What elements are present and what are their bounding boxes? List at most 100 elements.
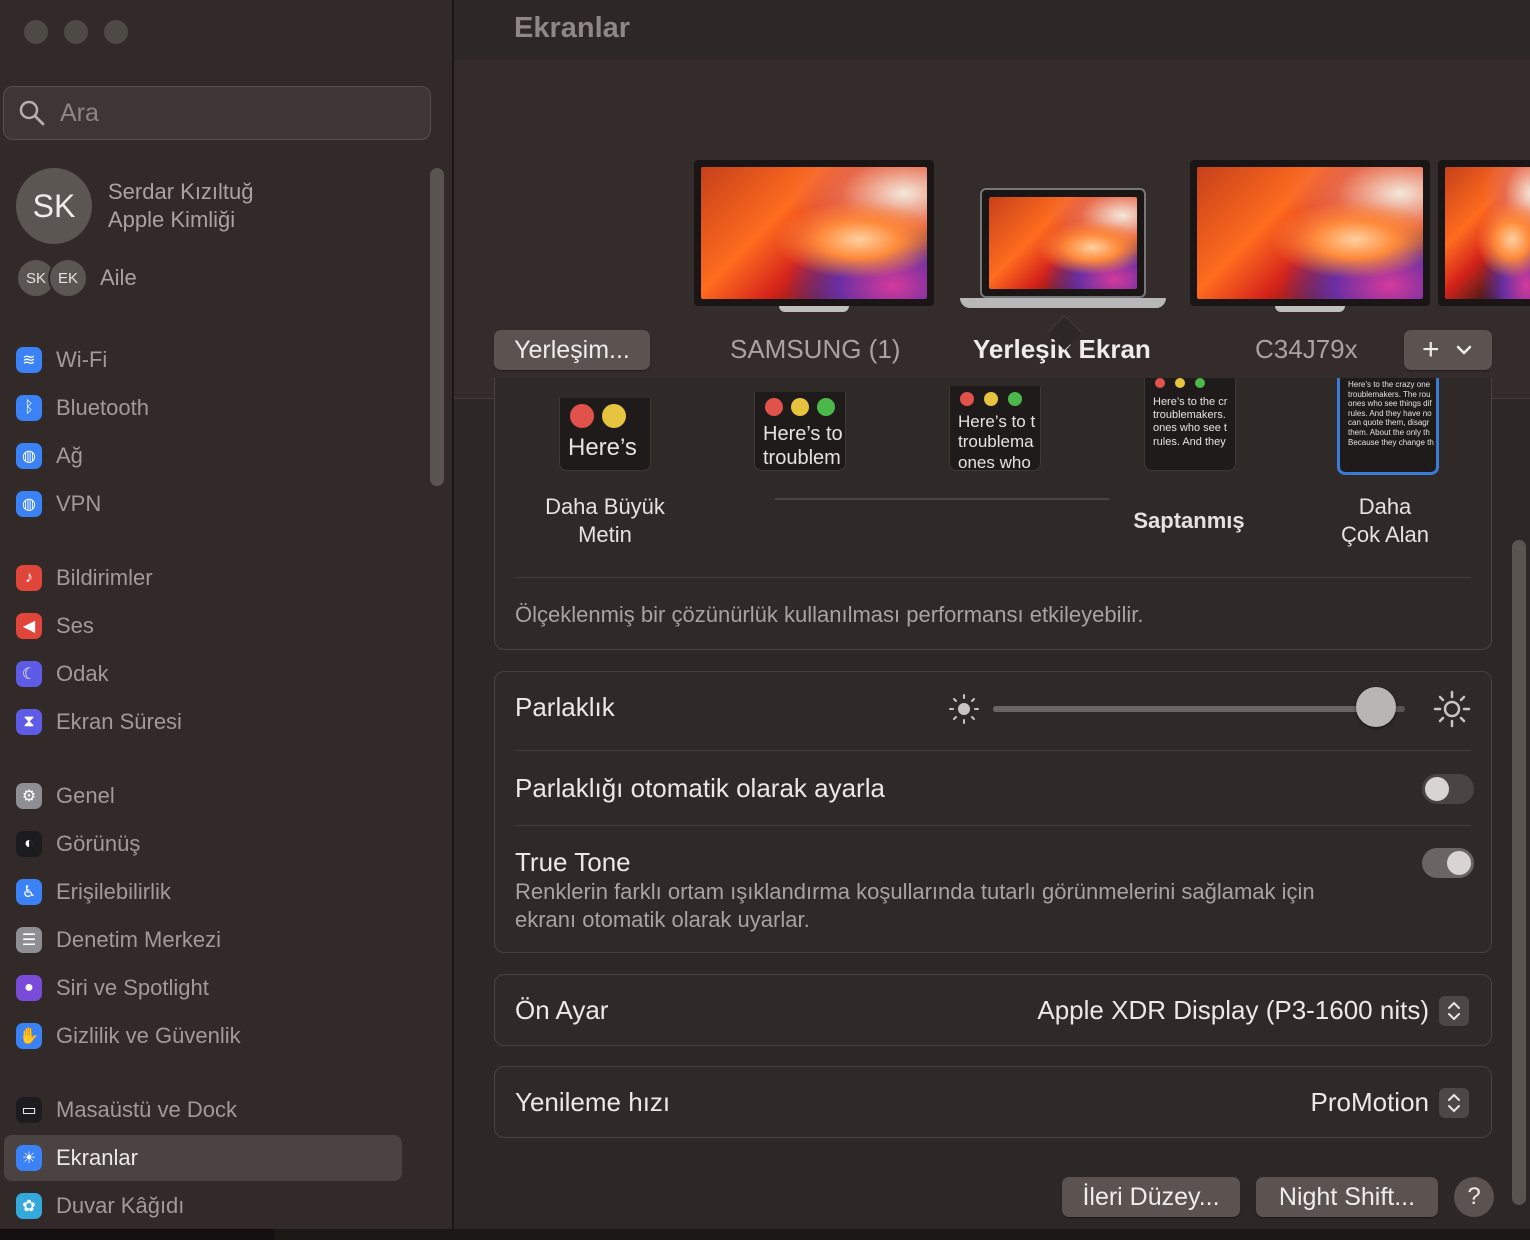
wifi-icon: ≋ bbox=[16, 347, 42, 373]
help-button[interactable]: ? bbox=[1454, 1177, 1494, 1217]
refresh-rate-stepper[interactable] bbox=[1439, 1088, 1469, 1118]
refresh-rate-label: Yenileme hızı bbox=[515, 1087, 671, 1117]
resolution-scale-line bbox=[775, 498, 1109, 500]
thumb-text: Here’s to the crazy one bbox=[1348, 380, 1431, 389]
appearance-icon: ◐ bbox=[16, 831, 42, 857]
sidebar-item-ağ[interactable]: ◍ Ağ bbox=[4, 433, 402, 479]
true-tone-toggle[interactable] bbox=[1422, 848, 1474, 878]
sidebar-item-duvar-k-ğıdı[interactable]: ✿ Duvar Kâğıdı bbox=[4, 1183, 402, 1229]
siri-icon: ● bbox=[16, 975, 42, 1001]
control-center-icon: ☰ bbox=[16, 927, 42, 953]
wallpaper-thumbnail bbox=[989, 197, 1137, 289]
auto-brightness-toggle[interactable] bbox=[1422, 774, 1474, 804]
thumb-text: Here’s to bbox=[763, 423, 843, 445]
sidebar-item-ekranlar[interactable]: ☀ Ekranlar bbox=[4, 1135, 402, 1181]
add-display-button[interactable]: + bbox=[1404, 330, 1492, 370]
sidebar-item-bildirimler[interactable]: ♪ Bildirimler bbox=[4, 555, 402, 601]
brightness-label: Parlaklık bbox=[515, 692, 615, 722]
sidebar-item-label: Erişilebilirlik bbox=[56, 879, 171, 904]
true-tone-description: Renklerin farklı ortam ışıklandırma koşu… bbox=[515, 878, 1315, 934]
sidebar-item-odak[interactable]: ☾ Odak bbox=[4, 651, 402, 697]
sidebar-item-siri-ve-spotlight[interactable]: ● Siri ve Spotlight bbox=[4, 965, 402, 1011]
sidebar-item-label: Bluetooth bbox=[56, 395, 149, 420]
thumb-text: ones who see things dif bbox=[1348, 399, 1432, 409]
sidebar-item-ses[interactable]: ◀ Ses bbox=[4, 603, 402, 649]
chevron-down-icon bbox=[1456, 345, 1471, 355]
refresh-rate-card: Yenileme hızı ProMotion bbox=[494, 1066, 1492, 1138]
arrangement-button[interactable]: Yerleşim... bbox=[494, 330, 650, 370]
thumb-text: ones who see t bbox=[1153, 422, 1227, 435]
advanced-button[interactable]: İleri Düzey... bbox=[1062, 1177, 1240, 1217]
sidebar-item-label: Ekranlar bbox=[56, 1145, 138, 1170]
wallpaper-thumbnail bbox=[1197, 167, 1423, 299]
thumb-text: rules. And they have no bbox=[1348, 408, 1432, 418]
thumb-text: troublem bbox=[763, 447, 841, 469]
resolution-option-larger-text[interactable]: Here’s bbox=[559, 398, 651, 471]
sidebar-item-wi-fi[interactable]: ≋ Wi-Fi bbox=[4, 337, 402, 383]
sidebar-item-denetim-merkezi[interactable]: ☰ Denetim Merkezi bbox=[4, 917, 402, 963]
wallpaper-icon: ✿ bbox=[16, 1193, 42, 1219]
true-tone-description-line: Renklerin farklı ortam ışıklandırma koşu… bbox=[515, 879, 1315, 904]
sidebar-item-görünüş[interactable]: ◐ Görünüş bbox=[4, 821, 402, 867]
thumb-text: rules. And they bbox=[1153, 435, 1226, 448]
hand-icon: ✋ bbox=[16, 1023, 42, 1049]
dock-icon: ▭ bbox=[16, 1097, 42, 1123]
brightness-slider-knob[interactable] bbox=[1356, 687, 1397, 727]
display-builtin[interactable] bbox=[960, 188, 1166, 308]
resolution-option-2[interactable]: Here’s to troublem bbox=[754, 392, 846, 471]
close-window-button[interactable] bbox=[24, 20, 48, 44]
sidebar-item-label: Siri ve Spotlight bbox=[56, 975, 209, 1000]
sidebar-item-label: Gizlilik ve Güvenlik bbox=[56, 1023, 241, 1048]
zoom-window-button[interactable] bbox=[104, 20, 128, 44]
sidebar-item-erişilebilirlik[interactable]: ♿ Erişilebilirlik bbox=[4, 869, 402, 915]
search-field[interactable] bbox=[3, 86, 431, 140]
sidebar-scrollbar[interactable] bbox=[430, 168, 444, 486]
sidebar-item-ekran-süresi[interactable]: ⧗ Ekran Süresi bbox=[4, 699, 402, 745]
hourglass-icon: ⧗ bbox=[16, 709, 42, 735]
display-c34j79x[interactable] bbox=[1190, 160, 1430, 312]
sidebar-item-label: VPN bbox=[56, 491, 102, 516]
sidebar-item-label: Masaüstü ve Dock bbox=[56, 1097, 237, 1122]
accessibility-icon: ♿ bbox=[16, 879, 42, 905]
resolution-option-default[interactable]: Here’s to the cr troublemakers. ones who… bbox=[1144, 378, 1236, 471]
brightness-slider[interactable] bbox=[993, 706, 1405, 712]
thumb-text: them. About the only th bbox=[1348, 427, 1430, 437]
family-item[interactable]: SK EK Aile bbox=[16, 258, 137, 298]
resolution-option-more-space[interactable]: Here’s to the crazy one troublemakers. T… bbox=[1337, 378, 1439, 475]
sidebar: SK Serdar Kızıltuğ Apple Kimliği SK EK A… bbox=[0, 0, 454, 1240]
main-pane: Ekranlar Yerleşim... SAMSUNG (1) Yerleşi… bbox=[454, 0, 1530, 1229]
sun-small-icon bbox=[949, 694, 979, 724]
preset-card: Ön Ayar Apple XDR Display (P3-1600 nits) bbox=[494, 974, 1492, 1046]
sidebar-item-bluetooth[interactable]: ᛒ Bluetooth bbox=[4, 385, 402, 431]
search-input[interactable] bbox=[58, 97, 402, 129]
thumb-text: troublemakers. The rou bbox=[1348, 389, 1431, 399]
main-scrollbar[interactable] bbox=[1512, 540, 1526, 1205]
up-down-chevron-icon bbox=[1448, 1001, 1460, 1021]
thumb-text: Because they change th bbox=[1348, 437, 1434, 447]
moon-icon: ☾ bbox=[16, 661, 42, 687]
sidebar-item-genel[interactable]: ⚙ Genel bbox=[4, 773, 402, 819]
minimize-window-button[interactable] bbox=[64, 20, 88, 44]
night-shift-button[interactable]: Night Shift... bbox=[1256, 1177, 1438, 1217]
sidebar-item-vpn[interactable]: ◍ VPN bbox=[4, 481, 402, 527]
bell-icon: ♪ bbox=[16, 565, 42, 591]
display-extra[interactable] bbox=[1438, 160, 1530, 306]
apple-id-profile[interactable]: SK Serdar Kızıltuğ Apple Kimliği bbox=[16, 168, 254, 244]
display-samsung[interactable] bbox=[694, 160, 934, 312]
sidebar-item-label: Denetim Merkezi bbox=[56, 927, 222, 952]
preset-stepper[interactable] bbox=[1439, 996, 1469, 1026]
resolution-option-3[interactable]: Here’s to t troublema ones who bbox=[949, 386, 1041, 471]
gear-icon: ⚙ bbox=[16, 783, 42, 809]
thumb-text: ones who bbox=[958, 452, 1031, 471]
sidebar-item-label: Odak bbox=[56, 661, 109, 686]
sidebar-item-gizlilik-ve-güvenlik[interactable]: ✋ Gizlilik ve Güvenlik bbox=[4, 1013, 402, 1059]
display-label-samsung[interactable]: SAMSUNG (1) bbox=[730, 334, 900, 365]
preset-popup[interactable]: Apple XDR Display (P3-1600 nits) bbox=[1037, 995, 1429, 1026]
sidebar-item-label: Genel bbox=[56, 783, 115, 808]
refresh-rate-popup[interactable]: ProMotion bbox=[1311, 1087, 1430, 1118]
resolution-label-line: Çok Alan bbox=[1340, 522, 1430, 547]
display-label-c34j79x[interactable]: C34J79x bbox=[1255, 334, 1358, 365]
globe-icon: ◍ bbox=[16, 443, 42, 469]
sidebar-item-masaüstü-ve-dock[interactable]: ▭ Masaüstü ve Dock bbox=[4, 1087, 402, 1133]
resolution-label-line: Metin bbox=[578, 522, 632, 547]
